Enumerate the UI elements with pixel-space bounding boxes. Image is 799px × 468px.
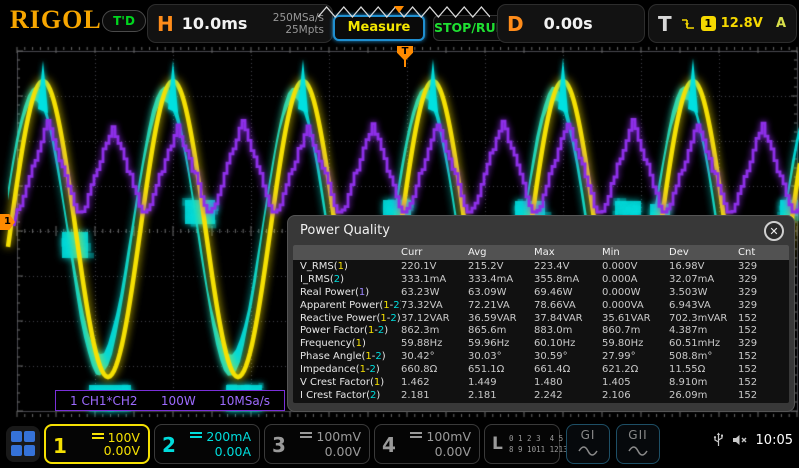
power-quality-dialog: Power Quality ✕ CurrAvgMaxMinDevCnt V_RM…: [287, 215, 795, 412]
pq-table-header: CurrAvgMaxMinDevCnt: [293, 245, 789, 260]
pq-row: Frequency(1)59.88Hz59.96Hz60.10Hz59.80Hz…: [293, 337, 789, 350]
channel2-number: 2: [162, 433, 176, 457]
delay-panel[interactable]: D 0.00s: [497, 4, 645, 43]
pq-row: Apparent Power(1-2)73.32VA72.21VA78.66VA…: [293, 299, 789, 312]
sine-icon: [627, 445, 649, 457]
channel4-number: 4: [382, 433, 396, 457]
pq-row: Reactive Power(1-2)37.12VAR36.59VAR37.84…: [293, 312, 789, 325]
trigger-level-value: 12.8V: [721, 16, 763, 31]
channel1-offset: 0.00V: [104, 443, 140, 458]
dialog-title: Power Quality: [300, 223, 390, 238]
trigger-panel[interactable]: T 1 12.8V A: [648, 4, 797, 43]
pq-row: Impedance(1-2)660.8Ω651.1Ω661.4Ω621.2Ω11…: [293, 363, 789, 376]
pq-row: V_RMS(1)220.1V215.2V223.4V0.000V16.98V32…: [293, 260, 789, 273]
channel2-offset: 0.00A: [215, 444, 251, 459]
trigger-slope-icon: [680, 17, 696, 31]
generator2-box[interactable]: GII: [616, 424, 660, 464]
pq-table: CurrAvgMaxMinDevCnt V_RMS(1)220.1V215.2V…: [293, 245, 789, 403]
delay-label: D: [507, 12, 524, 36]
pq-row: V Crest Factor(1)1.4621.4491.4801.4058.9…: [293, 376, 789, 389]
generator1-box[interactable]: GI: [566, 424, 610, 464]
clock: 10:05: [756, 433, 793, 448]
top-bar: RIGOL T'D H 10.0ms 250MSa/s 25Mpts Measu…: [0, 0, 799, 46]
usb-icon: [713, 432, 724, 448]
dc-coupling-icon: [190, 432, 202, 442]
sine-icon: [577, 445, 599, 457]
channel1-number: 1: [53, 434, 67, 458]
channel2-box[interactable]: 2 200mA 0.00A: [154, 424, 260, 464]
close-icon[interactable]: ✕: [764, 221, 784, 241]
math-expression: 1 CH1*CH2: [70, 394, 138, 408]
channel3-scale: 100mV: [316, 429, 361, 444]
pq-row: Phase Angle(1-2)30.42°30.03°30.59°27.99°…: [293, 350, 789, 363]
pq-row: I Crest Factor(2)2.1812.1812.2422.10626.…: [293, 389, 789, 402]
trigger-source-badge: 1: [701, 16, 716, 31]
channel4-scale: 100mV: [426, 429, 471, 444]
oscilloscope-screen: RIGOL T'D H 10.0ms 250MSa/s 25Mpts Measu…: [0, 0, 799, 468]
math-channel-label[interactable]: 1 CH1*CH2 100W 10MSa/s: [55, 390, 285, 411]
bottom-bar: 1 100V 0.00V 2 200mA 0.00A 3 100mV 0.00V…: [0, 420, 799, 468]
menu-button[interactable]: [6, 426, 40, 462]
trigger-position-stem: [404, 60, 406, 67]
speaker-muted-icon[interactable]: [732, 434, 748, 446]
memory-depth: 25Mpts: [285, 24, 324, 36]
wave-position-zigzag: [318, 5, 490, 19]
pq-row: Real Power(1)63.23W63.09W69.46W0.000W3.5…: [293, 286, 789, 299]
delay-value: 0.00s: [544, 14, 593, 33]
generator2-label: GII: [617, 428, 659, 442]
horizontal-label: H: [157, 12, 174, 36]
trigger-mode: A: [776, 16, 786, 31]
dc-coupling-icon: [92, 433, 104, 443]
channel2-scale: 200mA: [206, 429, 251, 444]
logic-label: L: [492, 434, 503, 454]
channel4-box[interactable]: 4 100mV 0.00V: [374, 424, 480, 464]
rigol-logo: RIGOL: [10, 7, 102, 33]
channel1-box[interactable]: 1 100V 0.00V: [44, 424, 150, 464]
pq-rows: V_RMS(1)220.1V215.2V223.4V0.000V16.98V32…: [293, 260, 789, 402]
logic-analyzer-box[interactable]: L 0 1 2 3 4 5 6 78 9 1011 12131415: [484, 424, 560, 464]
channel4-offset: 0.00V: [435, 444, 471, 459]
timebase-value: 10.0ms: [182, 14, 248, 33]
horizontal-panel[interactable]: H 10.0ms 250MSa/s 25Mpts: [147, 4, 333, 43]
trigger-label: T: [658, 12, 672, 36]
math-sample-rate: 10MSa/s: [219, 394, 270, 408]
channel3-offset: 0.00V: [325, 444, 361, 459]
math-scale: 100W: [161, 394, 196, 408]
sample-rate: 250MSa/s: [273, 12, 324, 24]
dialog-header[interactable]: Power Quality ✕: [288, 216, 794, 245]
generator1-label: GI: [567, 428, 609, 442]
channel3-box[interactable]: 3 100mV 0.00V: [264, 424, 370, 464]
pq-row: Power Factor(1-2)862.3m865.6m883.0m860.7…: [293, 324, 789, 337]
trigger-status-badge: T'D: [102, 10, 146, 32]
dc-coupling-icon: [410, 432, 422, 442]
channel3-number: 3: [272, 433, 286, 457]
pq-row: I_RMS(2)333.1mA333.4mA355.8mA0.000A32.07…: [293, 273, 789, 286]
dc-coupling-icon: [300, 432, 312, 442]
